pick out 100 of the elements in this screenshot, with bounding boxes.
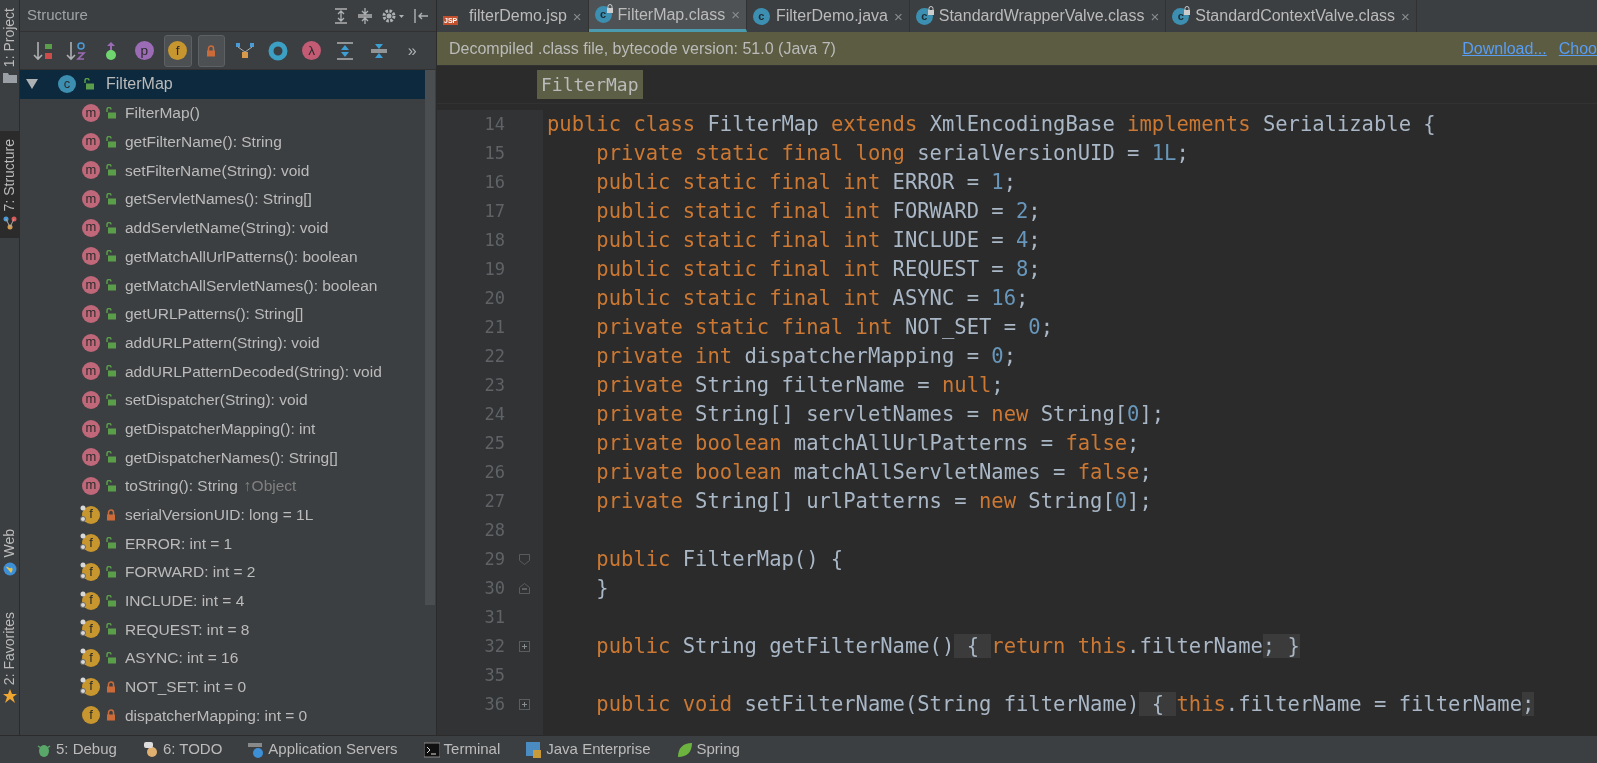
tree-row[interactable]: f dispatcherMapping: int = 0 — [20, 701, 425, 730]
tool-window-button[interactable]: 5: Debug — [36, 738, 117, 761]
tree-row[interactable]: f FORWARD: int = 2 — [20, 557, 425, 587]
tree-row[interactable]: m toString(): String ↑Object — [20, 471, 425, 501]
tree-row[interactable]: f REQUEST: int = 8 — [20, 615, 425, 644]
tree-label: ASYNC: int = 16 — [125, 648, 239, 669]
method-icon: m — [82, 276, 100, 295]
editor-tab[interactable]: c FilterMap.class × — [588, 0, 747, 32]
expand-icon — [336, 41, 355, 60]
tool-window-button[interactable]: Application Servers — [248, 738, 398, 761]
fold-marker-icon[interactable] — [518, 554, 530, 565]
tree-label: getServletNames(): String[] — [125, 189, 312, 210]
filter-badge-icon: λ — [302, 41, 322, 60]
filter-badge-icon: p — [134, 41, 154, 60]
tree-row[interactable]: m getMatchAllServletNames(): boolean — [20, 270, 425, 300]
code-line: private String[] urlPatterns = new String[0]; — [595, 488, 1152, 516]
code-line: public static final int ERROR = 1; — [595, 169, 1016, 197]
tool-window-button[interactable]: 6: TODO — [142, 738, 223, 761]
tool-window-tab[interactable]: 2: Favorites — [0, 603, 19, 711]
tree-label: setDispatcher(String): void — [125, 390, 308, 411]
code-line: private String[] servletNames = new String[0]; — [595, 401, 1165, 429]
tree-label: getFilterName(): String — [125, 132, 282, 153]
tree-row[interactable]: f serialVersionUID: long = 1L — [20, 500, 425, 529]
tree-label: FilterMap — [106, 74, 173, 95]
toolbar-toggle[interactable]: p — [130, 34, 158, 67]
hierarchy-icon — [235, 41, 254, 60]
tree-row[interactable]: m getFilterName(): String — [20, 127, 425, 157]
java-enterprise-icon — [526, 741, 543, 758]
tab-label: StandardWrapperValve.class — [938, 6, 1145, 26]
tool-window-label: 5: Debug — [56, 739, 117, 760]
code-line: private boolean matchAllUrlPatterns = false; — [595, 430, 1140, 458]
tool-window-tab[interactable]: Web — [0, 521, 19, 584]
method-icon: m — [82, 247, 100, 266]
sort-by-visibility-icon — [32, 40, 55, 61]
method-icon: m — [82, 161, 100, 180]
toolbar-toggle[interactable]: f — [164, 34, 192, 67]
close-icon[interactable]: × — [1150, 8, 1160, 24]
star-icon — [2, 689, 17, 703]
close-icon[interactable]: × — [893, 8, 903, 24]
tool-window-tab-label: 7: Structure — [0, 139, 18, 212]
fold-marker-icon[interactable] — [518, 583, 530, 594]
toolbar-toggle[interactable] — [197, 34, 225, 67]
tree-row[interactable]: m addURLPatternDecoded(String): void — [20, 356, 425, 386]
code-line: private boolean matchAllServletNames = false; — [595, 459, 1152, 487]
code-line: public static final int INCLUDE = 4; — [595, 227, 1041, 255]
tree-row[interactable]: m setFilterName(String): void — [20, 156, 425, 185]
tool-window-tab[interactable]: 1: Project — [0, 0, 19, 92]
folder-icon — [2, 71, 17, 84]
method-icon: m — [82, 190, 100, 209]
toolbar-toggle[interactable]: λ — [298, 34, 326, 67]
tool-window-button[interactable]: Spring — [676, 738, 740, 761]
method-icon: m — [82, 448, 100, 467]
method-icon: m — [82, 419, 100, 438]
tree-label: FilterMap() — [125, 103, 200, 124]
tree-label: addServletName(String): void — [125, 218, 329, 239]
tool-window-tab[interactable]: 7: Structure — [0, 131, 19, 238]
tree-row[interactable]: c FilterMap — [20, 70, 425, 99]
tree-row[interactable]: m getDispatcherNames(): String[] — [20, 442, 425, 472]
method-icon: m — [82, 104, 100, 123]
hide-panel-icon[interactable] — [413, 7, 429, 24]
tree-row[interactable]: m addServletName(String): void — [20, 213, 425, 243]
tree-label: INCLUDE: int = 4 — [125, 591, 245, 612]
tool-window-button[interactable]: Terminal — [423, 738, 501, 761]
tree-row[interactable]: m setDispatcher(String): void — [20, 385, 425, 415]
tree-row[interactable]: m addURLPattern(String): void — [20, 328, 425, 357]
tree-label: getMatchAllUrlPatterns(): boolean — [125, 246, 358, 267]
tree-row[interactable]: m getMatchAllUrlPatterns(): boolean — [20, 242, 425, 271]
breadcrumb[interactable]: FilterMap — [537, 70, 643, 99]
expand-caret-icon[interactable] — [26, 79, 38, 90]
code-line: public static final int FORWARD = 2; — [595, 198, 1041, 226]
tree-row[interactable]: m getServletNames(): String[] — [20, 184, 425, 214]
tree-row[interactable]: m getURLPatterns(): String[] — [20, 299, 425, 329]
tree-row[interactable]: f ERROR: int = 1 — [20, 529, 425, 558]
tree-row[interactable]: f ASYNC: int = 16 — [20, 643, 425, 673]
collapse-all-icon[interactable] — [357, 7, 373, 24]
code-line: private static final long serialVersionUID = 1L; — [595, 140, 1189, 168]
leaf-icon — [676, 741, 693, 758]
tree-label: dispatcherMapping: int = 0 — [125, 705, 308, 726]
tool-window-tab-label: Web — [0, 529, 18, 558]
tree-row[interactable]: m getDispatcherMapping(): int — [20, 414, 425, 443]
tree-row[interactable]: f INCLUDE: int = 4 — [20, 586, 425, 616]
tree-row[interactable]: m FilterMap() — [20, 98, 425, 128]
expand-fold-icon[interactable] — [518, 641, 530, 652]
method-icon: m — [82, 132, 100, 151]
toolbar-toggle[interactable]: » — [398, 34, 426, 67]
tree-row[interactable]: f NOT_SET: int = 0 — [20, 672, 425, 702]
expand-fold-icon[interactable] — [518, 699, 530, 710]
close-icon[interactable]: × — [572, 8, 582, 24]
scrollbar[interactable] — [425, 70, 435, 605]
tree-label: serialVersionUID: long = 1L — [125, 505, 314, 526]
method-icon: m — [82, 304, 100, 323]
class-file-icon: c — [594, 6, 612, 23]
code-line: private int dispatcherMapping = 0; — [595, 343, 1016, 371]
tool-window-button[interactable]: Java Enterprise — [526, 738, 651, 761]
expand-all-icon[interactable] — [333, 7, 349, 24]
banner-text: Decompiled .class file, bytecode version: 51.0 (Java 7) — [449, 38, 836, 59]
tree-label: setFilterName(String): void — [125, 160, 310, 181]
close-icon[interactable]: × — [1401, 8, 1410, 24]
settings-icon[interactable] — [381, 7, 405, 24]
code-line: public static final int REQUEST = 8; — [595, 256, 1041, 284]
